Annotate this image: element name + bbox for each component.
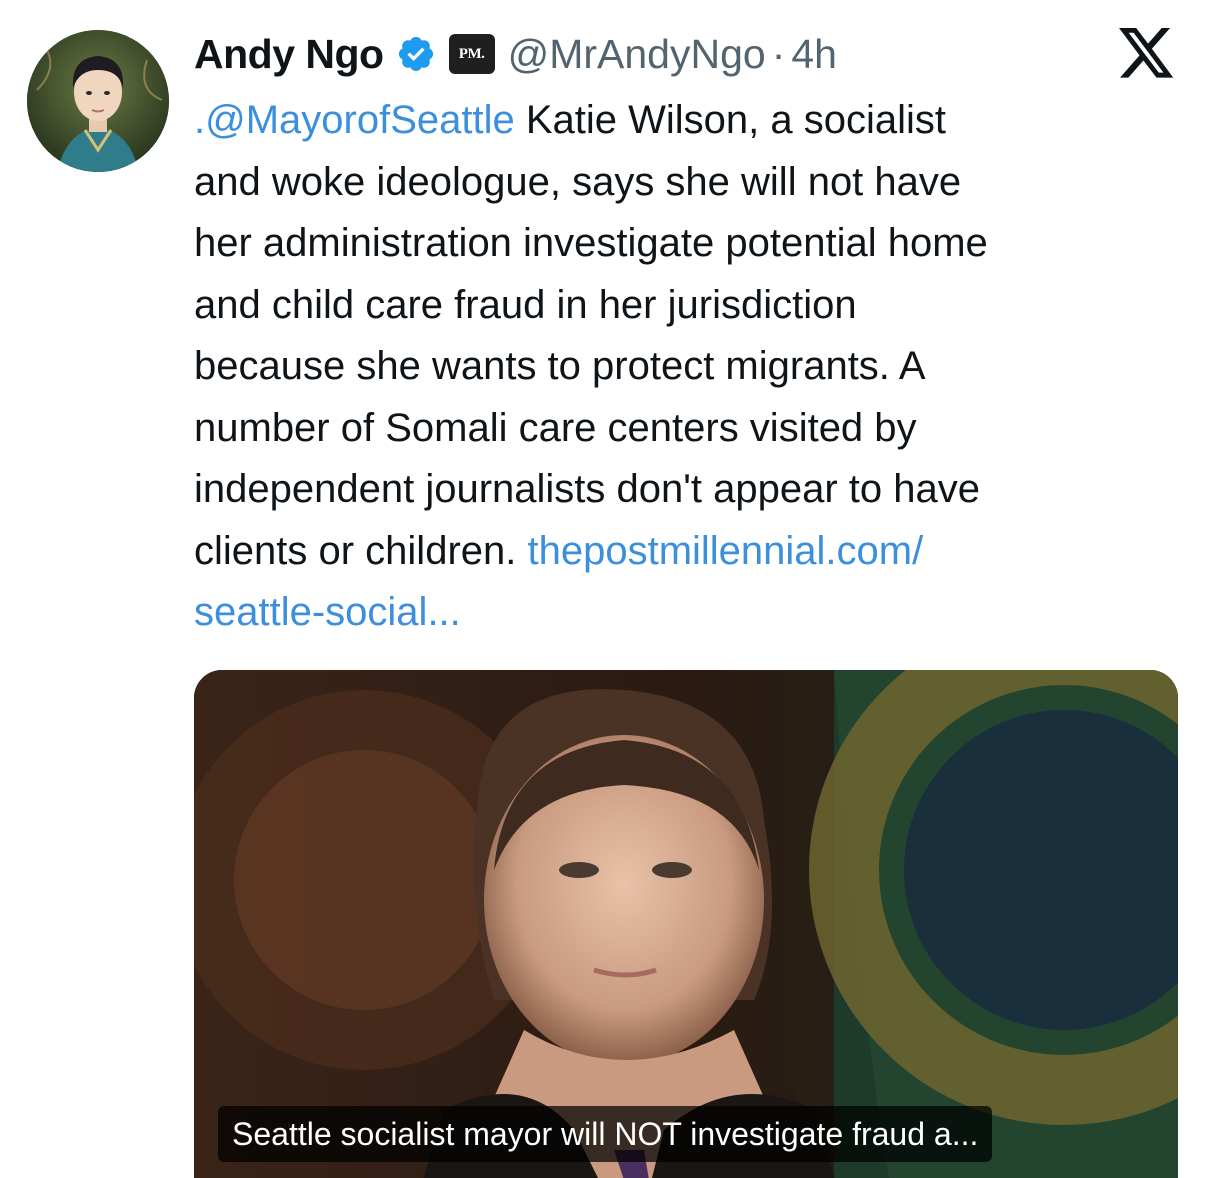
header-separator: · — [771, 30, 786, 77]
tweet-line: and child care fraud in her jurisdiction — [194, 282, 857, 327]
tweet-line: .@MayorofSeattle Katie Wilson, a sociali… — [194, 90, 1184, 152]
tweet-line: number of Somali care centers visited by — [194, 405, 917, 450]
video-thumbnail — [194, 670, 1178, 1178]
mention-link[interactable]: .@MayorofSeattle — [194, 98, 515, 142]
tweet-line: and woke ideologue, says she will not ha… — [194, 159, 962, 204]
tweet-header: Andy Ngo PM. @MrAndyNgo · 4h — [194, 26, 837, 82]
video-caption: Seattle socialist mayor will NOT investi… — [218, 1106, 993, 1162]
tweet-text-segment: clients or children. — [194, 528, 528, 573]
author-handle[interactable]: @MrAndyNgo — [508, 31, 766, 78]
author-display-name[interactable]: Andy Ngo — [194, 31, 384, 78]
tweet-body: .@MayorofSeattle Katie Wilson, a sociali… — [194, 90, 1184, 644]
author-avatar[interactable] — [27, 30, 169, 172]
tweet-text-segment: Katie Wilson, a socialist — [514, 98, 947, 142]
tweet-line: her administration investigate potential… — [194, 221, 988, 265]
tweet-line: independent journalists don't appear to … — [194, 467, 980, 511]
verified-badge-icon[interactable] — [396, 34, 436, 74]
x-logo-icon[interactable] — [1118, 28, 1176, 80]
article-link[interactable]: thepostmillennial.com/ — [527, 529, 923, 573]
article-link-continued[interactable]: seattle-social... — [194, 590, 461, 634]
video-card[interactable]: Seattle socialist mayor will NOT investi… — [194, 670, 1178, 1178]
affiliation-badge[interactable]: PM. — [448, 34, 495, 74]
tweet-line: seattle-social... — [194, 582, 1184, 644]
tweet-line: clients or children. thepostmillennial.c… — [194, 521, 1184, 583]
tweet-timestamp[interactable]: 4h — [791, 31, 837, 78]
tweet-line: because she wants to protect migrants. A — [194, 344, 926, 388]
